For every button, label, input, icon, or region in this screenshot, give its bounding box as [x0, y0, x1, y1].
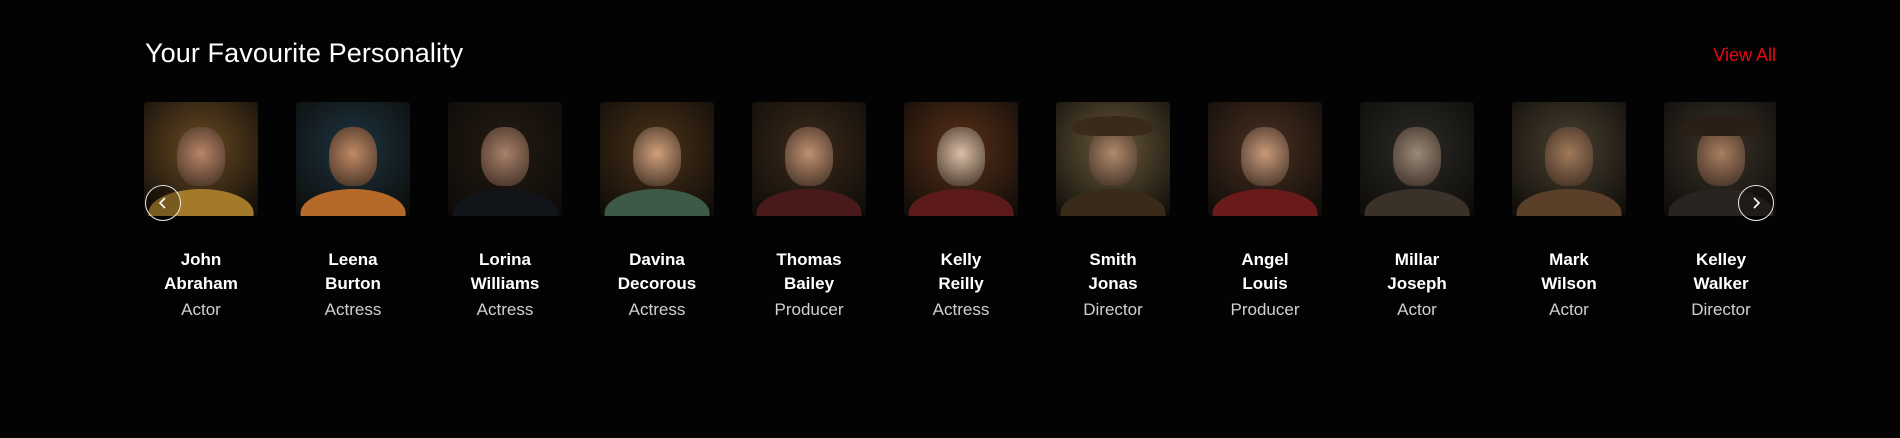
personality-role: Actress: [628, 300, 686, 319]
portrait-body: [300, 188, 406, 216]
portrait-body: [1364, 188, 1470, 216]
personality-role: Actor: [181, 300, 221, 319]
section-title: Your Favourite Personality: [145, 38, 464, 68]
carousel-track: John Abraham Actor Leena Burton Actress Lori…: [144, 102, 1776, 321]
personality-photo[interactable]: [448, 102, 562, 216]
personality-name[interactable]: Angel Louis: [1208, 248, 1322, 296]
personality-role: Actor: [1549, 300, 1589, 319]
portrait-face: [1393, 127, 1441, 187]
personality-card[interactable]: Mark Wilson Actor: [1512, 102, 1626, 321]
personality-photo[interactable]: [904, 102, 1018, 216]
personality-name[interactable]: Kelly Reilly: [904, 248, 1018, 296]
personality-card[interactable]: Leena Burton Actress: [296, 102, 410, 321]
personality-card[interactable]: Davina Decorous Actress: [600, 102, 714, 321]
personality-role: Actress: [476, 300, 534, 319]
personality-photo[interactable]: [1056, 102, 1170, 216]
portrait-hat: [1681, 115, 1761, 137]
personality-name[interactable]: John Abraham: [144, 248, 258, 296]
portrait-body: [1212, 188, 1318, 216]
portrait-face: [329, 127, 377, 187]
personality-photo[interactable]: [752, 102, 866, 216]
portrait-face: [785, 127, 833, 187]
personality-name[interactable]: Leena Burton: [296, 248, 410, 296]
personality-photo[interactable]: [600, 102, 714, 216]
portrait-body: [604, 188, 710, 216]
personality-role: Director: [1083, 300, 1143, 319]
personality-photo[interactable]: [1360, 102, 1474, 216]
portrait-face: [937, 127, 985, 187]
personality-card[interactable]: Kelly Reilly Actress: [904, 102, 1018, 321]
carousel-next-button[interactable]: [1738, 185, 1774, 221]
personality-role: Producer: [774, 300, 844, 319]
portrait-face: [177, 127, 225, 187]
portrait-face: [633, 127, 681, 187]
personality-name[interactable]: Kelley Walker: [1664, 248, 1776, 296]
personality-photo[interactable]: [296, 102, 410, 216]
portrait-body: [452, 188, 558, 216]
portrait-face: [1241, 127, 1289, 187]
chevron-right-icon: [1753, 197, 1761, 209]
personality-name[interactable]: Smith Jonas: [1056, 248, 1170, 296]
personality-name[interactable]: Millar Joseph: [1360, 248, 1474, 296]
personality-card[interactable]: Smith Jonas Director: [1056, 102, 1170, 321]
chevron-left-icon: [158, 197, 166, 209]
personality-role: Director: [1691, 300, 1751, 319]
view-all-link[interactable]: View All: [1713, 45, 1776, 66]
portrait-body: [1516, 188, 1622, 216]
portrait-body: [908, 188, 1014, 216]
portrait-face: [1545, 127, 1593, 187]
personality-role: Actress: [932, 300, 990, 319]
personality-role: Actor: [1397, 300, 1437, 319]
personality-card[interactable]: Angel Louis Producer: [1208, 102, 1322, 321]
personality-name[interactable]: Lorina Williams: [448, 248, 562, 296]
personality-name[interactable]: Davina Decorous: [600, 248, 714, 296]
portrait-body: [1060, 188, 1166, 216]
portrait-body: [756, 188, 862, 216]
carousel-prev-button[interactable]: [145, 185, 181, 221]
personality-role: Actress: [324, 300, 382, 319]
portrait-hat: [1073, 115, 1153, 137]
personality-card[interactable]: Lorina Williams Actress: [448, 102, 562, 321]
personality-photo[interactable]: [1208, 102, 1322, 216]
personality-carousel: John Abraham Actor Leena Burton Actress Lori…: [144, 102, 1776, 342]
personality-name[interactable]: Thomas Bailey: [752, 248, 866, 296]
personality-card[interactable]: Thomas Bailey Producer: [752, 102, 866, 321]
personality-photo[interactable]: [1512, 102, 1626, 216]
personality-name[interactable]: Mark Wilson: [1512, 248, 1626, 296]
personality-role: Producer: [1230, 300, 1300, 319]
portrait-face: [481, 127, 529, 187]
personality-card[interactable]: Millar Joseph Actor: [1360, 102, 1474, 321]
